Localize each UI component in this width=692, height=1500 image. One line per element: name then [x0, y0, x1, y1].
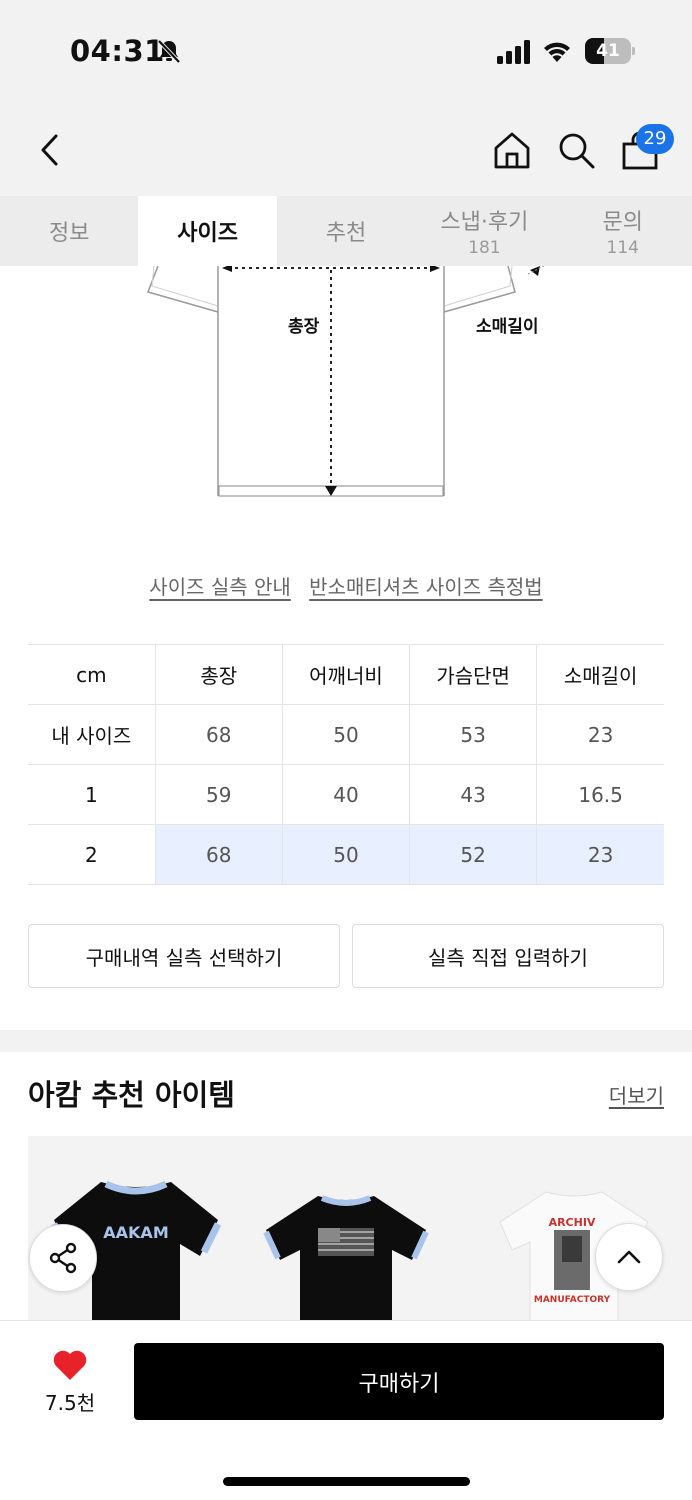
- product-card-flag-tee[interactable]: [256, 1136, 436, 1322]
- cellular-signal-icon: [497, 40, 530, 64]
- table-cell: 50: [282, 704, 411, 765]
- share-icon: [49, 1242, 77, 1274]
- scroll-to-top-button[interactable]: [595, 1223, 663, 1291]
- cart-count-badge: 29: [636, 124, 674, 154]
- product-tabs: 정보 사이즈 추천 스냅·후기 181 문의 114: [0, 196, 692, 266]
- product-print-text: ARCHIV: [549, 1216, 596, 1229]
- length-label: 총장: [288, 317, 320, 337]
- battery-icon: 41: [585, 38, 635, 64]
- table-row: 내 사이즈 68 50 53 23: [28, 704, 664, 765]
- tab-size[interactable]: 사이즈: [138, 196, 277, 266]
- bottom-action-bar: 7.5천 구매하기: [0, 1320, 692, 1500]
- tab-count: 114: [606, 238, 639, 258]
- heart-icon[interactable]: [52, 1349, 88, 1381]
- table-row: 1 59 40 43 16.5: [28, 764, 664, 825]
- tab-label: 정보: [48, 221, 90, 246]
- table-cell: 23: [536, 704, 664, 765]
- table-cell: 40: [282, 764, 411, 825]
- chevron-up-icon: [617, 1250, 641, 1264]
- tab-info[interactable]: 정보: [0, 196, 138, 266]
- row-label: 1: [28, 764, 156, 825]
- tab-label: 문의: [602, 210, 643, 235]
- share-button[interactable]: [29, 1224, 97, 1292]
- table-cell: 16.5: [536, 764, 664, 825]
- size-measurement-guide-link[interactable]: 사이즈 실측 안내: [149, 575, 291, 599]
- table-cell: 68: [155, 704, 283, 765]
- table-header-row: cm 총장 어깨너비 가슴단면 소매길이: [28, 644, 664, 705]
- section-divider: [0, 1030, 692, 1052]
- see-more-link[interactable]: 더보기: [609, 1080, 664, 1109]
- table-cell: 59: [155, 764, 283, 825]
- table-cell: 23: [536, 824, 664, 885]
- direct-input-measurement-button[interactable]: 실측 직접 입력하기: [352, 924, 664, 988]
- row-label: 2: [28, 824, 156, 885]
- search-icon[interactable]: [556, 130, 596, 170]
- size-guide-links: 사이즈 실측 안내 반소매티셔츠 사이즈 측정법: [0, 571, 692, 600]
- tab-label: 사이즈: [177, 221, 238, 246]
- table-cell: 52: [409, 824, 538, 885]
- home-indicator: [223, 1477, 470, 1486]
- row-label: 내 사이즈: [28, 704, 156, 765]
- table-cell: 68: [155, 824, 283, 885]
- table-cell: 53: [409, 704, 538, 765]
- status-time: 04:31: [70, 34, 165, 68]
- table-header: 소매길이: [536, 644, 664, 705]
- top-nav-bar: [0, 100, 692, 196]
- tab-inquiry[interactable]: 문의 114: [554, 196, 692, 266]
- tab-label: 스냅·후기: [440, 210, 529, 235]
- bell-off-icon: [157, 39, 181, 64]
- tab-count: 181: [468, 238, 501, 258]
- tab-label: 추천: [325, 221, 367, 246]
- table-header: cm: [28, 644, 156, 705]
- buy-button[interactable]: 구매하기: [134, 1343, 664, 1420]
- table-cell: 43: [409, 764, 538, 825]
- product-print-text: AAKAM: [103, 1223, 168, 1242]
- back-arrow-icon[interactable]: [36, 130, 64, 170]
- recommend-section-title: 아캄 추천 아이템: [28, 1078, 235, 1112]
- size-diagram: 총장 소매길이: [0, 264, 692, 526]
- table-header: 총장: [155, 644, 283, 705]
- table-header: 가슴단면: [409, 644, 538, 705]
- like-count: 7.5천: [44, 1391, 96, 1415]
- table-header: 어깨너비: [282, 644, 411, 705]
- tshirt-outline-illustration: [147, 264, 545, 497]
- size-table: cm 총장 어깨너비 가슴단면 소매길이 내 사이즈 68 50 53 23 1…: [28, 644, 664, 885]
- status-bar: 04:31 41: [0, 0, 692, 100]
- wifi-icon: [544, 42, 570, 62]
- table-cell: 50: [282, 824, 411, 885]
- table-row-highlighted: 2 68 50 52 23: [28, 824, 664, 885]
- tab-recommend[interactable]: 추천: [277, 196, 415, 266]
- sleeve-length-label: 소매길이: [476, 317, 539, 337]
- home-icon[interactable]: [492, 130, 532, 170]
- select-purchase-measurement-button[interactable]: 구매내역 실측 선택하기: [28, 924, 340, 988]
- recommended-products-carousel: AAKAM ARCHIV MANUFACTORY: [28, 1136, 692, 1322]
- tab-snap-review[interactable]: 스냅·후기 181: [415, 196, 553, 266]
- product-print-text: MANUFACTORY: [534, 1295, 611, 1305]
- tshirt-measure-method-link[interactable]: 반소매티셔츠 사이즈 측정법: [309, 575, 543, 599]
- battery-percent: 41: [596, 41, 620, 61]
